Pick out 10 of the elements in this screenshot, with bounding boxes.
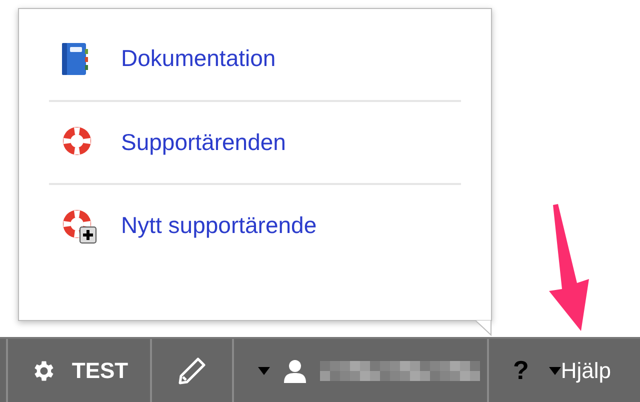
menu-link[interactable]: Nytt supportärende (121, 208, 317, 243)
menu-link[interactable]: Dokumentation (121, 41, 276, 76)
help-button[interactable]: ? Hjälp (487, 339, 640, 402)
question-mark: ? (513, 354, 529, 387)
menu-link[interactable]: Supportärenden (121, 125, 286, 160)
user-icon (282, 358, 308, 384)
book-icon (61, 42, 89, 76)
pencil-icon (178, 356, 206, 384)
settings-button[interactable]: TEST (6, 339, 150, 402)
lifebuoy-plus-icon (61, 208, 97, 244)
